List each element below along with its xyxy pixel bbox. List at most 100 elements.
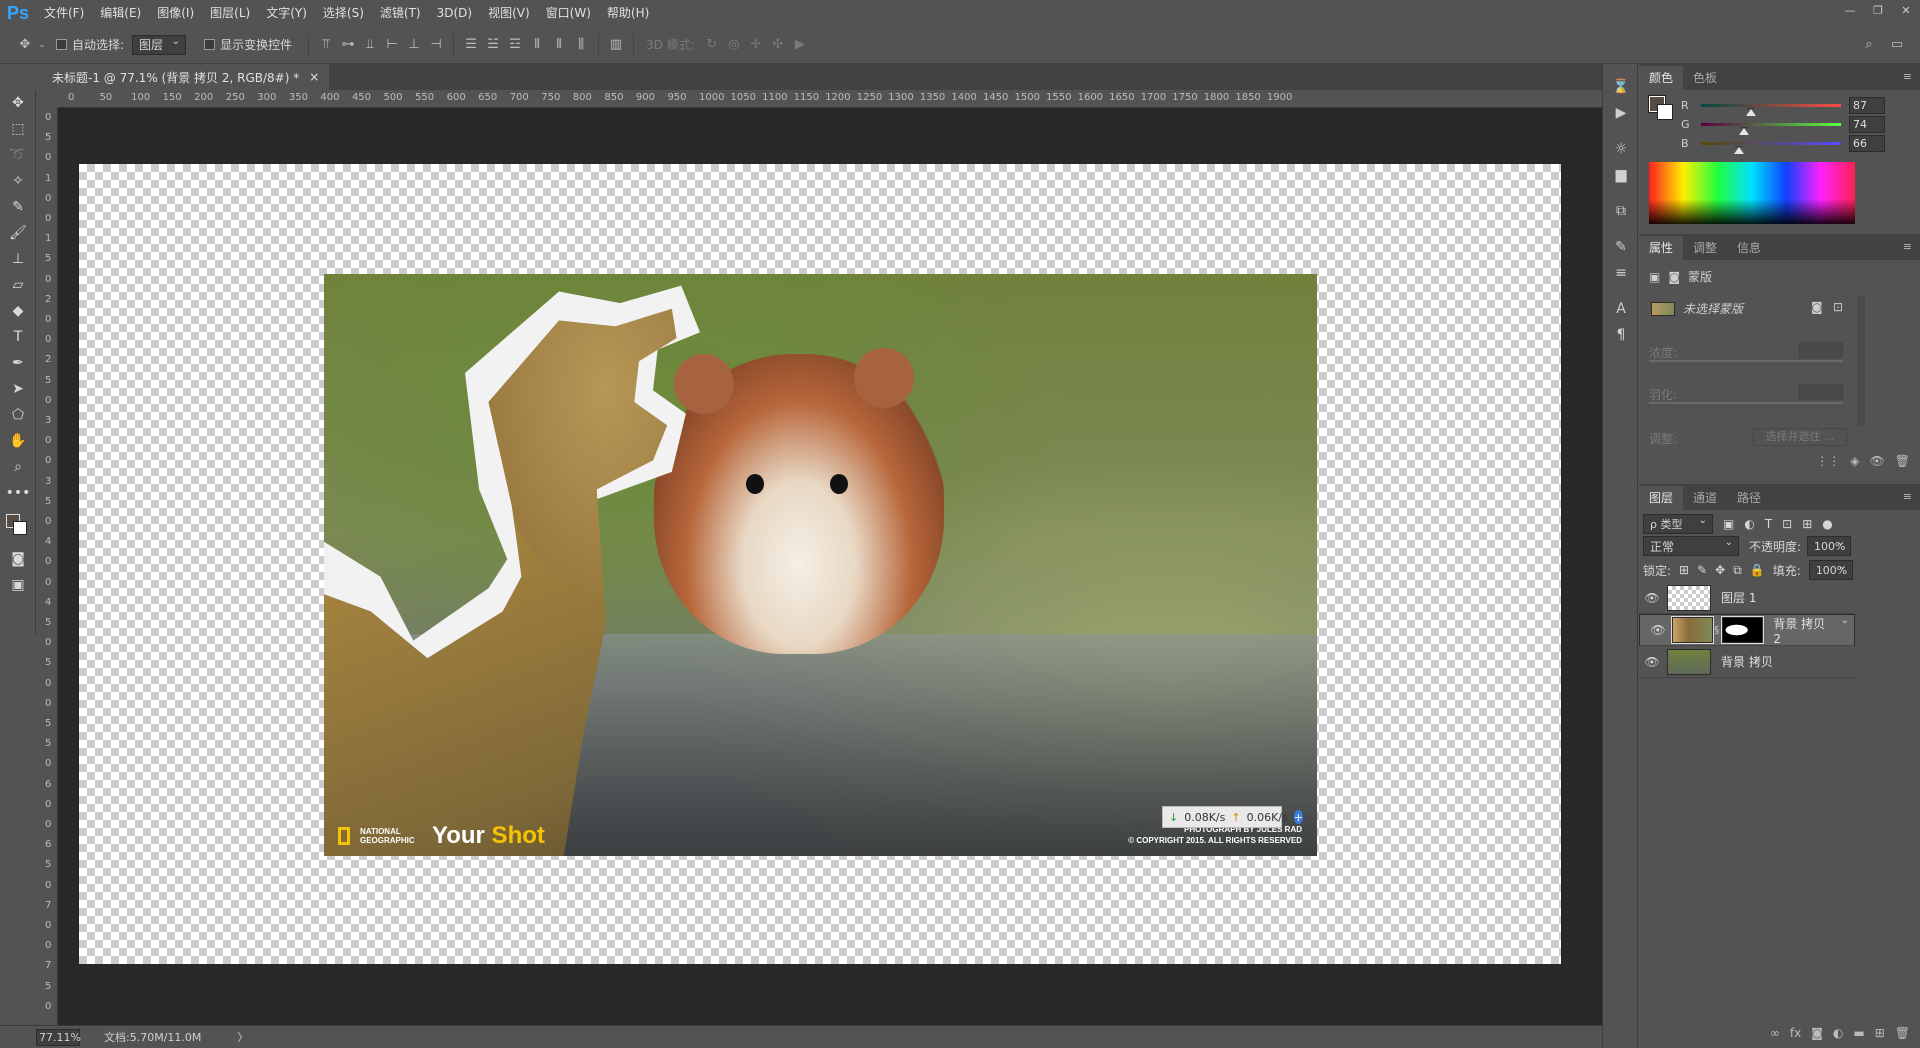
align-bottom-icon[interactable]: ⫫ (359, 34, 381, 56)
histogram-icon[interactable]: ▆ (1603, 162, 1639, 188)
filter-pixel-icon[interactable]: ▣ (1723, 517, 1734, 531)
link-layers-icon[interactable]: ∞ (1770, 1026, 1780, 1040)
tab-paths[interactable]: 路径 (1727, 486, 1771, 510)
blend-mode-dropdown[interactable]: 正常 (1643, 536, 1739, 556)
g-slider-track[interactable] (1701, 122, 1841, 135)
menu-edit[interactable]: 编辑(E) (92, 0, 149, 26)
path-select-icon[interactable]: ➤ (0, 376, 36, 402)
menu-layer[interactable]: 图层(L) (202, 0, 258, 26)
b-slider-thumb[interactable] (1734, 145, 1745, 154)
background-swatch[interactable] (13, 521, 27, 535)
move-icon[interactable]: ✥ (0, 90, 36, 116)
filter-toggle-icon[interactable]: ● (1822, 517, 1832, 531)
align-right-icon[interactable]: ⊣ (425, 34, 447, 56)
menu-filter[interactable]: 滤镜(T) (372, 0, 429, 26)
tab-swatches[interactable]: 色板 (1683, 66, 1727, 90)
panel-menu-icon[interactable]: ≡ (1903, 240, 1912, 253)
more-icon[interactable]: ••• (0, 480, 36, 506)
align-hcenter-icon[interactable]: ⊥ (403, 34, 425, 56)
new-layer-icon[interactable]: ⊞ (1875, 1026, 1885, 1040)
fill-field[interactable]: 100% (1808, 560, 1853, 580)
lock-artboard-icon[interactable]: ⧉ (1733, 563, 1742, 578)
canvas-workarea[interactable]: NATIONAL GEOGRAPHIC Your Shot PHOTOGRAPH… (58, 108, 1602, 1025)
3d-roll-icon[interactable]: ◎ (723, 34, 745, 56)
color-swatches[interactable] (0, 506, 36, 546)
b-slider-track[interactable] (1701, 141, 1841, 154)
distribute-bottom-icon[interactable]: ☲ (504, 34, 526, 56)
menu-image[interactable]: 图像(I) (149, 0, 202, 26)
auto-select-checkbox[interactable] (56, 39, 67, 50)
properties-scrollbar[interactable] (1857, 296, 1865, 426)
add-pixel-mask-icon[interactable]: ◙ (1811, 300, 1823, 314)
panel-menu-icon[interactable]: ≡ (1903, 490, 1912, 503)
move-tool-preset-icon[interactable]: ✥ (14, 34, 36, 56)
layer-filter-kind[interactable]: ρ 类型 (1643, 514, 1713, 534)
filter-shape-icon[interactable]: ⊡ (1782, 517, 1792, 531)
auto-align-icon[interactable]: ▥ (605, 34, 627, 56)
close-window-button[interactable]: ✕ (1892, 0, 1920, 20)
3d-drag-icon[interactable]: ✛ (745, 34, 767, 56)
3d-scale-icon[interactable]: ▶ (789, 34, 811, 56)
align-left-icon[interactable]: ⊢ (381, 34, 403, 56)
document-tab[interactable]: 未标题-1 @ 77.1% (背景 拷贝 2, RGB/8#) * × (42, 64, 330, 90)
layer-name[interactable]: 图层 1 (1721, 589, 1756, 606)
tab-layers[interactable]: 图层 (1639, 486, 1684, 510)
g-value-field[interactable]: 74 (1849, 115, 1885, 133)
tab-channels[interactable]: 通道 (1683, 486, 1727, 510)
zoom-icon[interactable]: ⌕ (0, 454, 36, 480)
new-adjustment-icon[interactable]: ◐ (1833, 1026, 1843, 1040)
filter-adjustment-icon[interactable]: ◐ (1744, 517, 1754, 531)
new-group-icon[interactable]: ▬ (1853, 1026, 1864, 1040)
network-speed-widget[interactable]: ↓ 0.08K/s ↑ 0.06K/s + (1162, 806, 1303, 828)
filter-smart-icon[interactable]: ⊞ (1802, 517, 1812, 531)
lasso-icon[interactable]: ➰ (0, 142, 36, 168)
doc-size[interactable]: 文档:5.70M/11.0M (104, 1029, 201, 1045)
preset-dropdown-icon[interactable]: ⌄ (36, 34, 48, 56)
opacity-field[interactable]: 100% (1807, 536, 1852, 556)
show-transform-checkbox[interactable] (204, 39, 216, 50)
r-value-field[interactable]: 87 (1849, 96, 1885, 114)
distribute-vcenter-icon[interactable]: ☱ (482, 34, 504, 56)
lock-position-icon[interactable]: ✥ (1715, 563, 1725, 577)
menu-view[interactable]: 视图(V) (480, 0, 538, 26)
shape-icon[interactable]: ⬠ (0, 402, 36, 428)
magic-wand-icon[interactable]: ✧ (0, 168, 36, 194)
quick-mask-icon[interactable]: ◙ (0, 546, 36, 572)
actions-icon[interactable]: ▶ (1603, 100, 1639, 126)
layer-name[interactable]: 背景 拷贝 (1721, 653, 1773, 670)
type-icon[interactable]: T (0, 324, 36, 350)
load-selection-icon[interactable]: ⋮⋮ (1816, 454, 1840, 468)
hand-icon[interactable]: ✋ (0, 428, 36, 454)
layer-row[interactable]: 👁 图层 1 (1639, 582, 1855, 614)
close-tab-icon[interactable]: × (309, 70, 319, 84)
eyedropper-icon[interactable]: ✎ (0, 194, 36, 220)
panel-menu-icon[interactable]: ≡ (1903, 70, 1912, 83)
menu-window[interactable]: 窗口(W) (538, 0, 599, 26)
auto-select-dropdown[interactable]: 图层 (132, 34, 187, 55)
menu-select[interactable]: 选择(S) (315, 0, 372, 26)
brush-settings-icon[interactable]: ≡ (1603, 260, 1639, 286)
r-slider-track[interactable] (1701, 103, 1841, 116)
character-icon[interactable]: A (1603, 296, 1639, 322)
pen-icon[interactable]: ✒ (0, 350, 36, 376)
marquee-icon[interactable]: ⬚ (0, 116, 36, 142)
brush-icon[interactable]: 🖌 (0, 220, 36, 246)
screen-mode-icon[interactable]: ▣ (0, 572, 36, 598)
layer-name[interactable]: 背景 拷贝 2 (1773, 615, 1832, 646)
add-vector-mask-icon[interactable]: ⊡ (1833, 300, 1843, 314)
status-menu-arrow[interactable]: 〉 (237, 1029, 248, 1045)
align-vcenter-icon[interactable]: ⊶ (337, 34, 359, 56)
apply-mask-icon[interactable]: ◈ (1850, 454, 1859, 468)
paint-bucket-icon[interactable]: ◆ (0, 298, 36, 324)
pixel-mask-icon[interactable]: ▣ (1649, 270, 1660, 284)
layer-row[interactable]: 👁 背景 拷贝 (1639, 646, 1855, 678)
minimize-button[interactable]: — (1836, 0, 1864, 20)
lock-pixels-icon[interactable]: ✎ (1697, 563, 1707, 577)
distribute-right-icon[interactable]: ⫼ (570, 34, 592, 56)
menu-3d[interactable]: 3D(D) (429, 0, 480, 26)
delete-mask-icon[interactable]: 🗑 (1895, 454, 1910, 468)
vector-mask-icon[interactable]: ◙ (1668, 270, 1680, 284)
b-value-field[interactable]: 66 (1849, 134, 1885, 152)
history-icon[interactable]: ⌛ (1603, 74, 1639, 100)
bg-color-swatch[interactable] (1657, 104, 1673, 120)
